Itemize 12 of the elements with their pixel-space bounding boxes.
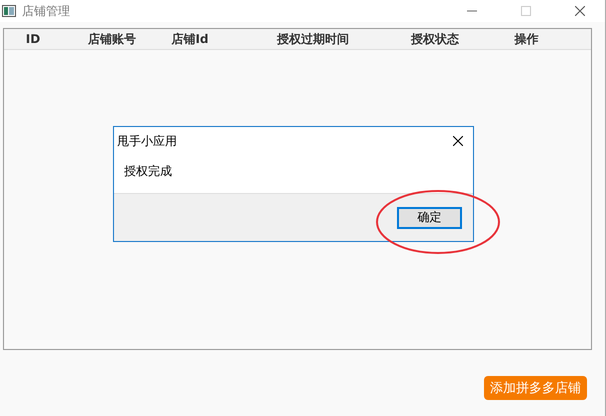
column-header[interactable]: 操作 <box>462 30 591 48</box>
column-header[interactable]: ID <box>4 32 62 46</box>
close-icon[interactable] <box>575 6 585 16</box>
close-icon[interactable] <box>453 136 463 146</box>
ok-button[interactable]: 确定 <box>397 206 462 228</box>
column-header[interactable]: 授权状态 <box>408 30 462 48</box>
dialog-message: 授权完成 <box>124 164 172 178</box>
dialog-title: 甩手小应用 <box>117 132 177 150</box>
column-header[interactable]: 授权过期时间 <box>218 30 408 48</box>
window-title: 店铺管理 <box>22 2 70 20</box>
column-header[interactable]: 店铺账号 <box>62 30 162 48</box>
column-header[interactable]: 店铺Id <box>162 30 218 48</box>
